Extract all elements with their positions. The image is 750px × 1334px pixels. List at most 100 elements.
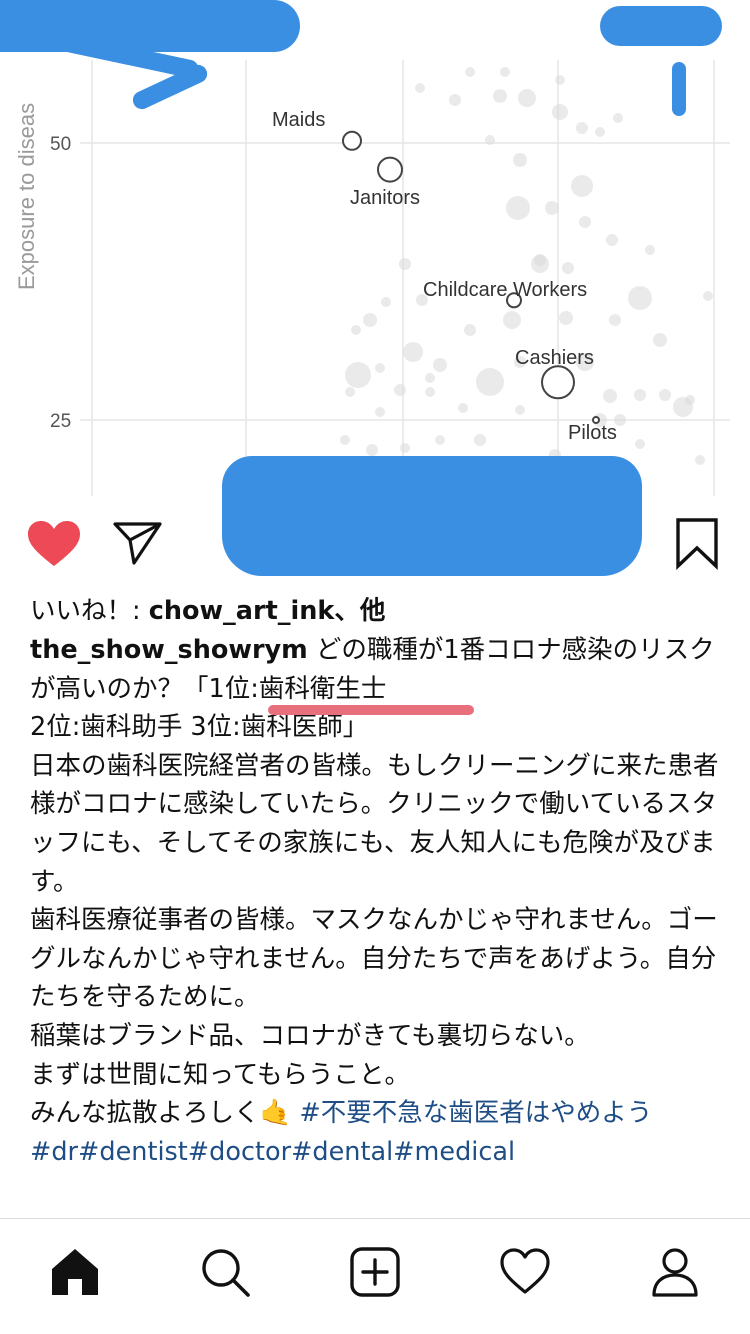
- background-point: [375, 363, 385, 373]
- background-point: [351, 325, 361, 335]
- background-point: [345, 362, 371, 388]
- background-point: [433, 358, 447, 372]
- point-cashiers: [541, 365, 575, 400]
- background-point: [493, 89, 507, 103]
- caption-paragraph: 稲葉はブランド品、コロナがきても裏切らない。: [30, 1020, 590, 1051]
- bookmark-icon: [676, 518, 718, 570]
- point-label: Janitors: [350, 187, 420, 209]
- background-point: [603, 389, 617, 403]
- background-point: [394, 384, 406, 396]
- background-point: [555, 75, 565, 85]
- background-point: [552, 104, 568, 120]
- point-maids: [342, 130, 362, 151]
- background-point: [474, 434, 486, 446]
- background-point: [576, 122, 588, 134]
- heart-filled-icon: [28, 521, 80, 566]
- y-axis-label: Exposure to diseas: [14, 103, 39, 290]
- paper-plane-icon: [113, 522, 162, 565]
- background-point: [503, 311, 521, 329]
- chart-grid: [80, 60, 730, 496]
- background-point: [375, 407, 385, 417]
- nav-new-post[interactable]: [348, 1245, 402, 1299]
- background-point: [465, 67, 475, 77]
- background-point: [534, 254, 546, 266]
- background-point: [515, 405, 525, 415]
- background-point: [363, 313, 377, 327]
- y-tick-label: 50: [50, 134, 71, 155]
- save-button[interactable]: [672, 516, 722, 570]
- background-point: [425, 373, 435, 383]
- post-image-chart[interactable]: Exposure to diseas 50 25 Maids Janitors Ch…: [0, 0, 750, 496]
- nav-search[interactable]: [198, 1245, 252, 1299]
- liked-by-username[interactable]: chow_art_ink: [149, 596, 335, 626]
- search-icon: [202, 1249, 250, 1297]
- activity-heart-icon: [500, 1248, 550, 1294]
- background-point: [659, 389, 671, 401]
- background-point: [518, 89, 536, 107]
- background-point: [634, 389, 646, 401]
- caption-first-paragraph: the_show_showrym どの職種が1番コロナ感染のリスクが高いのか？「…: [30, 631, 730, 747]
- likes-summary: いいね！: chow_art_ink、他: [30, 590, 385, 627]
- like-button[interactable]: [26, 520, 82, 570]
- background-point: [571, 175, 593, 197]
- redaction-scribble: [672, 62, 686, 116]
- hashtag-line[interactable]: #dr#dentist#doctor#dental#medical: [30, 1133, 730, 1172]
- background-point: [485, 135, 495, 145]
- background-point: [500, 67, 510, 77]
- background-point: [545, 201, 559, 215]
- background-point: [559, 311, 573, 325]
- call-me-hand-emoji: 🤙: [259, 1098, 292, 1129]
- likes-prefix: いいね！:: [30, 596, 149, 626]
- caption-text: みんな拡散よろしく: [30, 1098, 260, 1129]
- nav-activity[interactable]: [498, 1245, 552, 1299]
- caption-highlight: 1位:歯科衛生士: [208, 673, 387, 704]
- background-point: [685, 395, 695, 405]
- new-post-icon: [350, 1247, 400, 1297]
- background-point: [513, 153, 527, 167]
- point-label: Pilots: [568, 422, 617, 444]
- share-button[interactable]: [110, 518, 166, 568]
- background-point: [449, 94, 461, 106]
- background-points: [340, 67, 713, 465]
- background-point: [628, 286, 652, 310]
- background-point: [579, 216, 591, 228]
- background-point: [381, 297, 391, 307]
- point-label: Childcare Workers: [423, 279, 587, 301]
- labelled-points: Maids Janitors Childcare Workers Cashiers Pi…: [272, 109, 617, 444]
- background-point: [613, 113, 623, 123]
- background-point: [606, 234, 618, 246]
- background-point: [366, 444, 378, 456]
- point-label: Maids: [272, 109, 325, 131]
- profile-icon: [652, 1248, 698, 1297]
- redaction-scribble: [222, 496, 642, 576]
- y-tick-label: 25: [50, 411, 71, 432]
- caption-paragraph: 歯科医療従事者の皆様。マスクなんかじゃ守れません。ゴーグルなんかじゃ守れません。…: [30, 905, 718, 1013]
- scatter-chart: Exposure to diseas 50 25 Maids Janitors Ch…: [14, 60, 730, 496]
- post-action-bar: [0, 496, 750, 588]
- background-point: [403, 342, 423, 362]
- point-janitors: [377, 156, 403, 183]
- background-point: [464, 324, 476, 336]
- caption-text: 2位:歯科助手 3位:歯科医師」: [30, 712, 369, 743]
- background-point: [458, 403, 468, 413]
- background-point: [506, 196, 530, 220]
- hashtag-link[interactable]: #不要不急な歯医者はやめよう: [291, 1098, 652, 1128]
- caption-username[interactable]: the_show_showrym: [30, 635, 308, 665]
- background-point: [645, 245, 655, 255]
- redaction-scribble: [222, 456, 642, 496]
- redaction-scribble: [600, 6, 722, 46]
- background-point: [345, 387, 355, 397]
- caption-paragraph: みんな拡散よろしく🤙 #不要不急な歯医者はやめよう: [30, 1094, 730, 1133]
- background-point: [399, 258, 411, 270]
- background-point: [609, 314, 621, 326]
- likes-suffix[interactable]: 、他: [334, 596, 385, 626]
- background-point: [695, 455, 705, 465]
- background-point: [595, 127, 605, 137]
- caption-paragraph: 日本の歯科医院経営者の皆様。もしクリーニングに来た患者様がコロナに感染していたら…: [30, 750, 719, 897]
- nav-home[interactable]: [48, 1245, 102, 1299]
- background-point: [476, 368, 504, 396]
- background-point: [415, 83, 425, 93]
- background-point: [703, 291, 713, 301]
- nav-profile[interactable]: [648, 1245, 702, 1299]
- background-point: [400, 443, 410, 453]
